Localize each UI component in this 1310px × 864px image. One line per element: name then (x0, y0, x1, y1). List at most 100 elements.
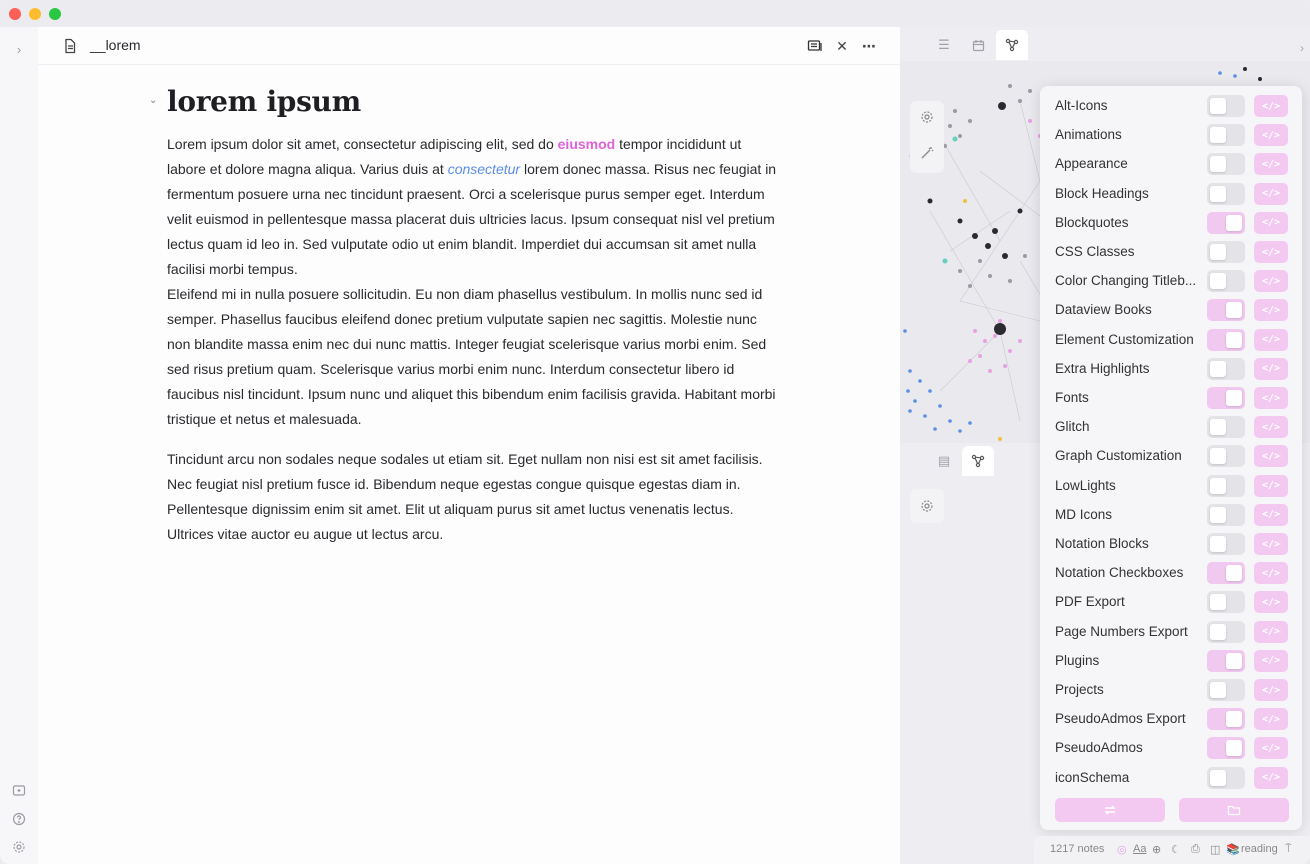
edit-snippet-code-button[interactable]: </> (1254, 328, 1288, 351)
collapse-right-sidebar-chevron-icon[interactable]: › (1300, 41, 1304, 55)
edit-snippet-code-button[interactable]: </> (1254, 241, 1288, 263)
help-icon[interactable] (10, 810, 28, 828)
snippet-toggle[interactable] (1207, 270, 1245, 293)
document-heading: ⌄ lorem ipsum (149, 85, 777, 118)
edit-snippet-code-button[interactable]: </> (1254, 737, 1288, 760)
snippet-toggle[interactable] (1207, 679, 1245, 701)
snippet-toggle[interactable] (1207, 241, 1245, 263)
snippet-toggle[interactable] (1207, 153, 1245, 176)
sync-status-icon[interactable]: ◎ (1117, 843, 1127, 856)
editor-pane: __lorem ✕ ⋯ ⌄ lorem ipsum Lorem ipsum do… (38, 27, 900, 864)
note-count: 1217 notes (1050, 843, 1105, 855)
snippet-toggle[interactable] (1207, 95, 1245, 117)
snippet-toggle[interactable] (1207, 357, 1245, 380)
print-icon[interactable]: ⎙ (1191, 843, 1200, 856)
snippet-toggle[interactable] (1207, 299, 1245, 322)
edit-snippet-code-button[interactable]: </> (1254, 474, 1288, 497)
right-sidebar-tabs: ☰ › (900, 27, 1310, 61)
edit-snippet-code-button[interactable]: </> (1254, 416, 1288, 439)
snippet-row: CSS Classes </> (1040, 238, 1302, 267)
snippet-row: Notation Blocks </> (1040, 530, 1302, 559)
snippet-toggle[interactable] (1207, 562, 1245, 585)
snippet-label: Appearance (1055, 156, 1128, 172)
snippet-toggle[interactable] (1207, 474, 1245, 497)
edit-snippet-code-button[interactable]: </> (1254, 533, 1288, 555)
edit-snippet-code-button[interactable]: </> (1254, 445, 1288, 468)
snippet-toggle[interactable] (1207, 737, 1245, 760)
view-mode-label[interactable]: reading (1241, 843, 1278, 855)
graph-controls (910, 101, 944, 173)
snippet-row: Color Changing Titleb... </> (1040, 267, 1302, 296)
snippet-toggle[interactable] (1207, 328, 1245, 351)
snippet-toggle[interactable] (1207, 387, 1245, 409)
books-icon[interactable]: 📚 (1226, 843, 1240, 856)
snippet-toggle[interactable] (1207, 503, 1245, 526)
snippet-toggle[interactable] (1207, 124, 1245, 147)
edit-snippet-code-button[interactable]: </> (1254, 387, 1288, 409)
snippet-toggle[interactable] (1207, 766, 1245, 789)
layout-icon[interactable]: ◫ (1210, 843, 1220, 856)
add-circle-icon[interactable]: ⊕ (1152, 843, 1161, 856)
document-content[interactable]: ⌄ lorem ipsum Lorem ipsum dolor sit amet… (149, 85, 777, 562)
edit-snippet-code-button[interactable]: </> (1254, 182, 1288, 205)
toggle-knob (1210, 244, 1226, 260)
zoom-window-button[interactable] (49, 8, 61, 20)
snippet-label: Notation Checkboxes (1055, 565, 1184, 581)
snippet-toggle[interactable] (1207, 445, 1245, 468)
graph-tab-icon[interactable] (962, 446, 994, 476)
open-snippets-folder-button[interactable] (1179, 798, 1289, 822)
more-options-button[interactable]: ⋯ (859, 36, 879, 56)
toggle-knob (1226, 302, 1242, 319)
edit-snippet-code-button[interactable]: </> (1254, 153, 1288, 176)
edit-snippet-code-button[interactable]: </> (1254, 679, 1288, 701)
snippet-toggle[interactable] (1207, 416, 1245, 439)
graph-settings-gear-icon[interactable] (917, 107, 937, 127)
fold-chevron-icon[interactable]: ⌄ (149, 95, 157, 106)
edit-snippet-code-button[interactable]: </> (1254, 503, 1288, 526)
local-graph-icon[interactable] (996, 30, 1028, 60)
snippet-toggle[interactable] (1207, 533, 1245, 555)
snippet-label: Element Customization (1055, 331, 1194, 347)
minimize-window-button[interactable] (29, 8, 41, 20)
snippet-label: Blockquotes (1055, 214, 1129, 230)
outline-list-icon[interactable]: ☰ (928, 30, 960, 60)
lower-graph-settings-gear-icon[interactable] (910, 489, 944, 523)
edit-snippet-code-button[interactable]: </> (1254, 591, 1288, 614)
snippet-toggle[interactable] (1207, 591, 1245, 614)
toggle-knob (1210, 536, 1226, 552)
close-tab-button[interactable]: ✕ (832, 36, 852, 56)
reading-view-book-icon[interactable] (805, 36, 825, 56)
dark-mode-moon-icon[interactable]: ☾ (1171, 843, 1181, 856)
snippet-toggle[interactable] (1207, 182, 1245, 205)
edit-snippet-code-button[interactable]: </> (1254, 357, 1288, 380)
paint-roller-icon[interactable]: ⍑ (1285, 843, 1292, 856)
settings-gear-icon[interactable] (10, 838, 28, 856)
vault-switcher-icon[interactable] (10, 782, 28, 800)
calendar-icon[interactable] (962, 30, 994, 60)
backlinks-list-icon[interactable]: ▤ (928, 446, 960, 476)
edit-snippet-code-button[interactable]: </> (1254, 620, 1288, 643)
edit-snippet-code-button[interactable]: </> (1254, 299, 1288, 322)
edit-snippet-code-button[interactable]: </> (1254, 766, 1288, 789)
edit-snippet-code-button[interactable]: </> (1254, 270, 1288, 293)
font-size-button[interactable]: Aa (1133, 843, 1146, 855)
reload-snippets-button[interactable] (1055, 798, 1165, 822)
file-title[interactable]: __lorem (90, 37, 141, 53)
snippet-toggle[interactable] (1207, 708, 1245, 731)
toggle-knob (1210, 360, 1226, 377)
expand-sidebar-chevron-icon[interactable]: › (10, 40, 28, 58)
edit-snippet-code-button[interactable]: </> (1254, 708, 1288, 731)
snippet-label: Animations (1055, 127, 1122, 143)
edit-snippet-code-button[interactable]: </> (1254, 211, 1288, 234)
edit-snippet-code-button[interactable]: </> (1254, 649, 1288, 672)
snippet-toggle[interactable] (1207, 211, 1245, 234)
edit-snippet-code-button[interactable]: </> (1254, 95, 1288, 117)
snippet-toggle[interactable] (1207, 620, 1245, 643)
edit-snippet-code-button[interactable]: </> (1254, 562, 1288, 585)
snippet-row: Extra Highlights </> (1040, 355, 1302, 384)
toggle-knob (1210, 682, 1226, 698)
animate-wand-icon[interactable] (917, 143, 937, 163)
snippet-toggle[interactable] (1207, 649, 1245, 672)
edit-snippet-code-button[interactable]: </> (1254, 124, 1288, 147)
close-window-button[interactable] (9, 8, 21, 20)
